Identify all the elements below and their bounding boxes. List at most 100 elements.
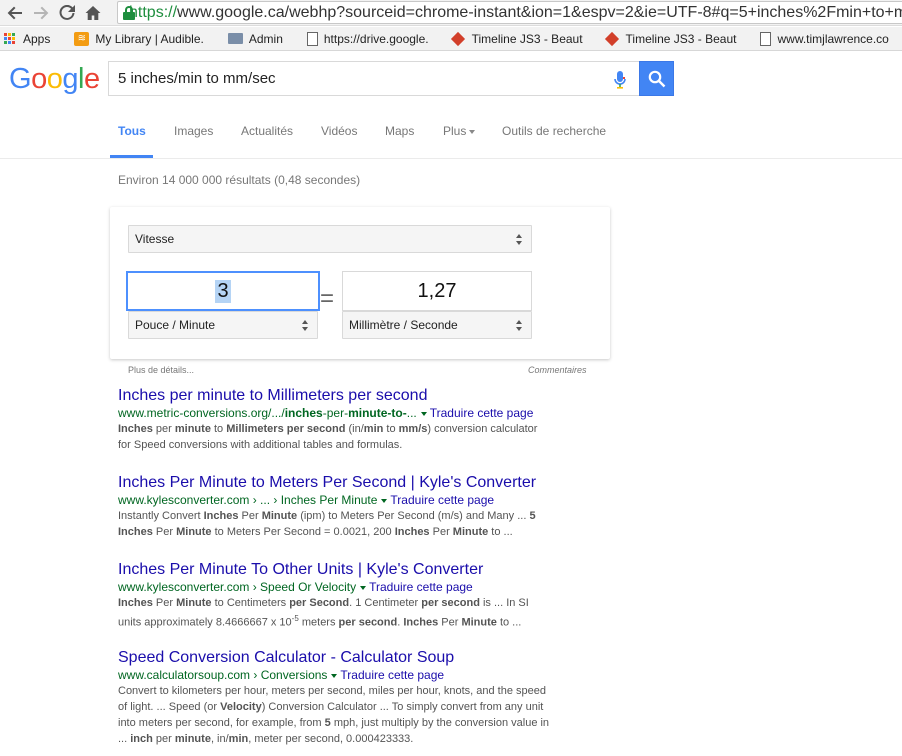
- search-result: Inches per minute to Millimeters per sec…: [118, 386, 588, 453]
- address-bar[interactable]: https://www.google.ca/webhp?sourceid=chr…: [117, 1, 902, 24]
- snippet-text: Per: [438, 616, 462, 629]
- feedback-link[interactable]: Commentaires: [528, 365, 587, 375]
- snippet-text: Convert to kilometers per hour, meters p…: [118, 685, 547, 697]
- google-logo[interactable]: Google: [9, 63, 100, 96]
- tab-search-tools[interactable]: Outils de recherche: [502, 124, 606, 138]
- result-stats: Environ 14 000 000 résultats (0,48 secon…: [118, 173, 361, 187]
- select-arrows-icon: [516, 234, 523, 245]
- bookmark-label: https://drive.google.: [323, 31, 429, 46]
- result-title[interactable]: Inches Per Minute To Other Units | Kyle'…: [118, 560, 588, 579]
- from-value-text: 3: [215, 279, 231, 303]
- logo-letter: o: [31, 63, 47, 95]
- bookmark-drive[interactable]: https://drive.google.: [306, 31, 429, 46]
- from-unit-select[interactable]: Pouce / Minute: [128, 311, 318, 339]
- timeline-icon: [604, 31, 619, 46]
- apps-grid-icon: [4, 33, 15, 44]
- dropdown-arrow-icon[interactable]: [331, 673, 338, 678]
- snippet-line: Inches Per Minute to Centimeters per Sec…: [118, 595, 588, 611]
- microphone-icon[interactable]: [613, 70, 627, 90]
- snippet-text: units approximately 8.4666667 x 10: [118, 616, 292, 629]
- snippet-text: 5: [529, 510, 536, 522]
- tab-news[interactable]: Actualités: [241, 124, 293, 138]
- tab-all[interactable]: Tous: [118, 124, 146, 138]
- reload-icon[interactable]: [56, 2, 78, 24]
- snippet-text: to Meters Per Second = 0.0021, 200: [211, 526, 395, 538]
- home-icon[interactable]: [82, 2, 104, 24]
- forward-arrow-icon[interactable]: [30, 2, 52, 24]
- dropdown-arrow-icon[interactable]: [360, 585, 367, 590]
- unit-converter-card: Vitesse 3 = 1,27 Pouce / Minute Millimèt…: [110, 207, 610, 359]
- snippet-text: ) Conversion Calculator ... To simply co…: [261, 701, 544, 713]
- bookmark-admin[interactable]: Admin: [227, 32, 283, 46]
- search-result: Speed Conversion Calculator - Calculator…: [118, 648, 588, 747]
- bookmark-timeline-2[interactable]: Timeline JS3 - Beaut: [604, 31, 737, 46]
- snippet-text: (in/: [345, 423, 364, 435]
- translate-link[interactable]: Traduire cette page: [369, 580, 473, 594]
- translate-link[interactable]: Traduire cette page: [390, 493, 494, 507]
- snippet-text: Inches: [118, 526, 153, 538]
- bookmark-label: www.timjlawrence.co: [777, 31, 889, 46]
- bookmark-label: Timeline JS3 - Beaut: [471, 31, 583, 46]
- snippet-text: min: [363, 423, 384, 435]
- snippet-text: into meters per second, for example, fro…: [118, 717, 325, 729]
- browser-toolbar: https://www.google.ca/webhp?sourceid=chr…: [0, 0, 902, 26]
- result-title[interactable]: Inches per minute to Millimeters per sec…: [118, 386, 588, 405]
- result-title[interactable]: Speed Conversion Calculator - Calculator…: [118, 648, 588, 667]
- quantity-select[interactable]: Vitesse: [128, 225, 532, 253]
- folder-icon: [227, 33, 243, 44]
- to-value-text: 1,27: [417, 279, 457, 302]
- to-unit-select[interactable]: Millimètre / Seconde: [342, 311, 532, 339]
- snippet-text: Minute: [176, 597, 212, 609]
- bookmark-timeline-1[interactable]: Timeline JS3 - Beaut: [450, 31, 583, 46]
- dropdown-arrow-icon[interactable]: [420, 411, 427, 416]
- result-url: www.calculatorsoup.com › Conversions Trad…: [118, 668, 445, 682]
- result-snippet: Convert to kilometers per hour, meters p…: [118, 683, 588, 747]
- snippet-text: to: [383, 423, 399, 435]
- translate-link[interactable]: Traduire cette page: [340, 668, 444, 682]
- search-button[interactable]: [639, 61, 674, 96]
- bookmark-apps[interactable]: Apps: [0, 32, 50, 46]
- search-box: [108, 61, 639, 96]
- snippet-text: min: [228, 733, 249, 745]
- result-url: www.kylesconverter.com › ... › Inches Pe…: [118, 493, 495, 507]
- snippet-text: per Second: [289, 597, 350, 609]
- tab-videos[interactable]: Vidéos: [321, 124, 357, 138]
- tab-maps[interactable]: Maps: [385, 124, 414, 138]
- snippet-text: ...: [118, 733, 131, 745]
- from-value-input[interactable]: 3: [126, 271, 320, 311]
- dropdown-arrow-icon[interactable]: [381, 498, 388, 503]
- active-tab-indicator: [110, 155, 153, 158]
- select-arrows-icon: [516, 320, 523, 331]
- snippet-text: Velocity: [220, 701, 262, 713]
- snippet-text: per: [152, 423, 175, 435]
- to-value-input[interactable]: 1,27: [342, 271, 532, 311]
- bookmark-label: Timeline JS3 - Beaut: [625, 31, 737, 46]
- snippet-text: (ipm) to Meters Per Second (m/s) and Man…: [297, 510, 530, 522]
- snippet-text: minute: [174, 733, 211, 745]
- snippet-text: Minute: [176, 526, 212, 538]
- snippet-text: Per: [152, 597, 177, 609]
- result-title[interactable]: Inches Per Minute to Meters Per Second |…: [118, 473, 588, 492]
- bookmarks-bar: Apps ≋ My Library | Audible. Admin https…: [0, 27, 902, 51]
- snippet-text: is ... In SI: [479, 597, 529, 609]
- snippet-text: of light. ... Speed (or: [118, 701, 221, 713]
- tab-more[interactable]: Plus: [443, 124, 476, 138]
- search-input[interactable]: [118, 70, 598, 87]
- bookmark-timjlawrence[interactable]: www.timjlawrence.co: [760, 31, 889, 46]
- snippet-text: Inches: [118, 597, 153, 609]
- result-snippet: Instantly Convert Inches Per Minute (ipm…: [118, 508, 588, 540]
- result-url: www.kylesconverter.com › Speed Or Veloci…: [118, 580, 473, 594]
- snippet-text: , meter per second, 0.000423333.: [248, 733, 414, 745]
- timeline-icon: [450, 31, 465, 46]
- snippet-line: Convert to kilometers per hour, meters p…: [118, 683, 588, 699]
- snippet-line: Instantly Convert Inches Per Minute (ipm…: [118, 508, 588, 524]
- more-details-link[interactable]: Plus de détails...: [128, 365, 194, 375]
- bookmark-audible[interactable]: ≋ My Library | Audible.: [74, 31, 204, 46]
- translate-link[interactable]: Traduire cette page: [430, 406, 534, 420]
- search-tabs: Tous Images Actualités Vidéos Maps Plus …: [0, 108, 902, 159]
- tab-images[interactable]: Images: [174, 124, 213, 138]
- snippet-line: ... inch per minute, in/min, meter per s…: [118, 731, 588, 747]
- back-arrow-icon[interactable]: [4, 2, 26, 24]
- logo-letter: g: [62, 63, 78, 95]
- snippet-text: meters: [298, 616, 339, 629]
